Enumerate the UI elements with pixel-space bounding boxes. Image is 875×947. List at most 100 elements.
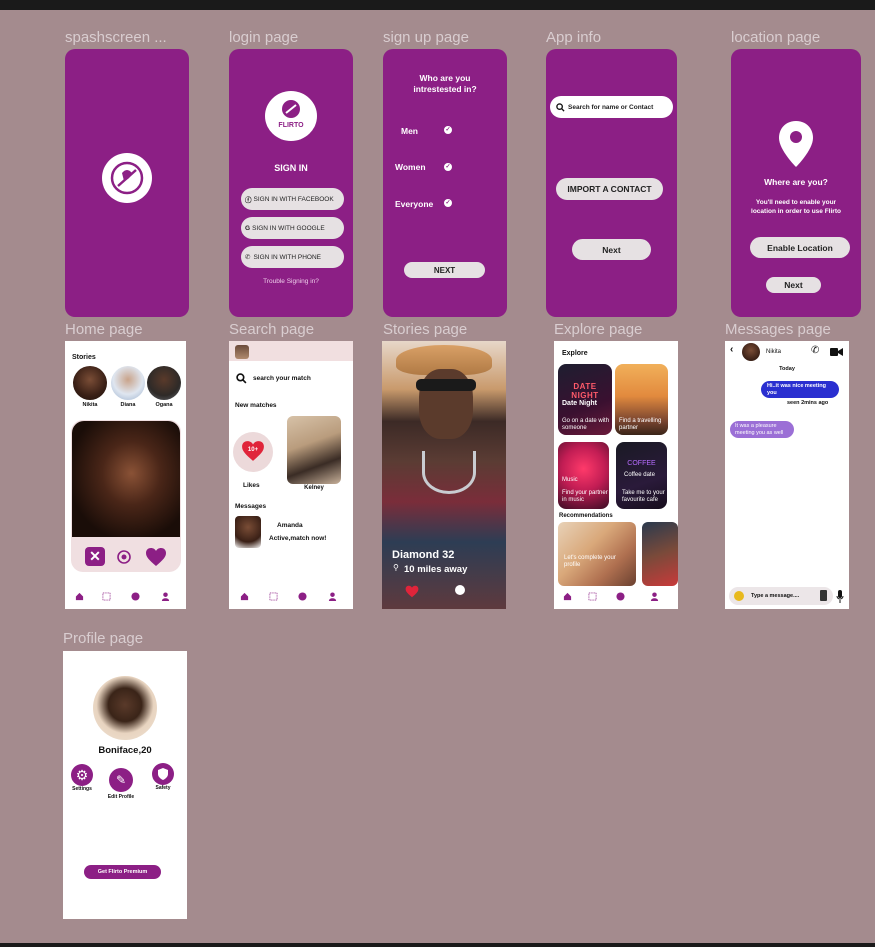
- import-contact-button[interactable]: IMPORT A CONTACT: [556, 178, 663, 200]
- message-avatar-amanda[interactable]: [235, 516, 261, 548]
- sunglasses: [416, 379, 476, 391]
- gear-icon[interactable]: ⚙: [71, 764, 93, 786]
- tile-music[interactable]: Music Find your partner in music: [558, 442, 609, 509]
- profile-name: Boniface,20: [98, 745, 152, 756]
- signup-screen: Who are you intrestested in? Men ✓ Women…: [383, 49, 507, 317]
- story-avatar-nikita[interactable]: [73, 366, 107, 400]
- frame-title-profile: Profile page: [63, 630, 144, 647]
- tile-travel[interactable]: Find a travelling partner: [615, 364, 668, 435]
- check-icon: ✓: [444, 163, 452, 171]
- edit-profile-label[interactable]: Edit Profile: [101, 794, 141, 800]
- home-icon[interactable]: [563, 592, 572, 601]
- enable-location-button[interactable]: Enable Location: [750, 237, 850, 258]
- likes-bubble[interactable]: 10+: [233, 432, 273, 472]
- interest-question: Who are you intrestested in?: [413, 73, 477, 94]
- frame-title-location: location page: [731, 29, 821, 46]
- message-input-bar[interactable]: Type a message....: [729, 587, 833, 605]
- flirto-logo-icon: [102, 153, 152, 203]
- heart-icon[interactable]: [405, 585, 419, 598]
- chat-contact-name: Nikita: [766, 349, 782, 355]
- match-card-kelney[interactable]: [287, 416, 341, 484]
- facebook-signin-button[interactable]: ⓕ SIGN IN WITH FACEBOOK: [241, 188, 344, 210]
- contact-search-input[interactable]: Search for name or Contact: [550, 96, 673, 118]
- target-icon[interactable]: [116, 549, 132, 565]
- home-icon[interactable]: [75, 592, 84, 601]
- frame-title-splash: spashscreen ...: [65, 29, 167, 46]
- safety-label[interactable]: Safety: [146, 785, 180, 791]
- mic-icon[interactable]: [836, 590, 844, 603]
- location-question: Where are you?: [764, 177, 828, 187]
- home-icon[interactable]: [240, 592, 249, 601]
- message-preview[interactable]: Active,match now!: [269, 535, 326, 542]
- location-pin-icon: ⚲: [393, 563, 399, 572]
- grid-icon[interactable]: [269, 592, 278, 601]
- option-men[interactable]: Men: [401, 126, 418, 136]
- appinfo-next-button[interactable]: Next: [572, 239, 651, 260]
- settings-label[interactable]: Settings: [65, 786, 99, 792]
- recommendation-card[interactable]: Let's complete your profile: [558, 522, 636, 586]
- splash-screen: [65, 49, 189, 317]
- messages-screen: ‹ Nikita ✆ Today Hi..it was nice meeting…: [725, 341, 849, 609]
- user-icon[interactable]: [161, 592, 170, 601]
- location-next-button[interactable]: Next: [766, 277, 821, 293]
- appinfo-screen: Search for name or Contact IMPORT A CONT…: [546, 49, 677, 317]
- call-icon[interactable]: ✆: [811, 345, 819, 356]
- messenger-icon[interactable]: [131, 592, 140, 601]
- sign-in-heading: SIGN IN: [274, 163, 308, 173]
- user-icon[interactable]: [328, 592, 337, 601]
- google-signin-button[interactable]: G SIGN IN WITH GOOGLE: [241, 217, 344, 239]
- profile-card-photo: [72, 421, 180, 537]
- close-icon[interactable]: ✕: [85, 547, 105, 566]
- messenger-icon[interactable]: [616, 592, 625, 601]
- tile-date-night[interactable]: DATE NIGHT Date Night Go on a date with …: [558, 364, 612, 435]
- frame-title-signup: sign up page: [383, 29, 469, 46]
- frame-title-appinfo: App info: [546, 29, 602, 46]
- search-screen: search your match New matches 10+ Likes …: [229, 341, 353, 609]
- grid-icon[interactable]: [588, 592, 597, 601]
- attach-icon[interactable]: [820, 590, 827, 601]
- story-action-icon[interactable]: [455, 585, 465, 595]
- messenger-icon[interactable]: [298, 592, 307, 601]
- stories-label: Stories: [72, 354, 96, 361]
- login-screen: FLIRTO SIGN IN ⓕ SIGN IN WITH FACEBOOK GS…: [229, 49, 353, 317]
- user-icon[interactable]: [650, 592, 659, 601]
- premium-button[interactable]: Get Flirto Premium: [84, 865, 161, 879]
- video-icon[interactable]: [830, 347, 843, 357]
- frame-title-login: login page: [229, 29, 299, 46]
- option-women[interactable]: Women: [395, 162, 426, 172]
- next-button[interactable]: NEXT: [404, 262, 485, 278]
- explore-heading: Explore: [562, 350, 588, 357]
- story-avatar-diana[interactable]: [111, 366, 145, 400]
- frame-title-search: Search page: [229, 321, 315, 338]
- message-input[interactable]: Type a message....: [751, 593, 799, 599]
- bottom-nav: [554, 591, 678, 603]
- search-icon[interactable]: [236, 373, 247, 384]
- search-input[interactable]: search your match: [253, 375, 311, 382]
- logo-wordmark: FLIRTO: [278, 122, 304, 129]
- tile-coffee-date[interactable]: COFFEE Coffee date Take me to your favou…: [616, 442, 667, 509]
- home-screen: Stories Nikita Diana Ogana ✕: [65, 341, 186, 609]
- check-icon: ✓: [444, 199, 452, 207]
- recommendation-card-2[interactable]: [642, 522, 678, 586]
- heart-icon[interactable]: [145, 547, 167, 567]
- phone-signin-button[interactable]: ✆ SIGN IN WITH PHONE: [241, 246, 344, 268]
- facebook-icon: ⓕ: [245, 197, 252, 204]
- frame-title-stories: Stories page: [383, 321, 468, 338]
- story-avatar-ogana[interactable]: [147, 366, 181, 400]
- tile-neon-text: DATE NIGHT: [571, 382, 599, 400]
- shield-icon[interactable]: [152, 763, 174, 785]
- grid-icon[interactable]: [102, 592, 111, 601]
- emoji-icon[interactable]: [734, 591, 744, 601]
- option-everyone[interactable]: Everyone: [395, 199, 433, 209]
- profile-avatar[interactable]: [93, 676, 157, 740]
- frame-title-messages: Messages page: [725, 321, 831, 338]
- trouble-link[interactable]: Trouble Signing in?: [229, 278, 353, 285]
- bottom-nav: [229, 591, 353, 603]
- avatar[interactable]: [235, 345, 249, 359]
- top-edge: [0, 0, 875, 10]
- pencil-icon[interactable]: ✎: [109, 768, 133, 792]
- avatar[interactable]: [742, 343, 760, 361]
- back-icon[interactable]: ‹: [730, 344, 733, 355]
- stories-screen: Diamond 32 ⚲ 10 miles away: [382, 341, 506, 609]
- new-matches-label: New matches: [235, 402, 277, 409]
